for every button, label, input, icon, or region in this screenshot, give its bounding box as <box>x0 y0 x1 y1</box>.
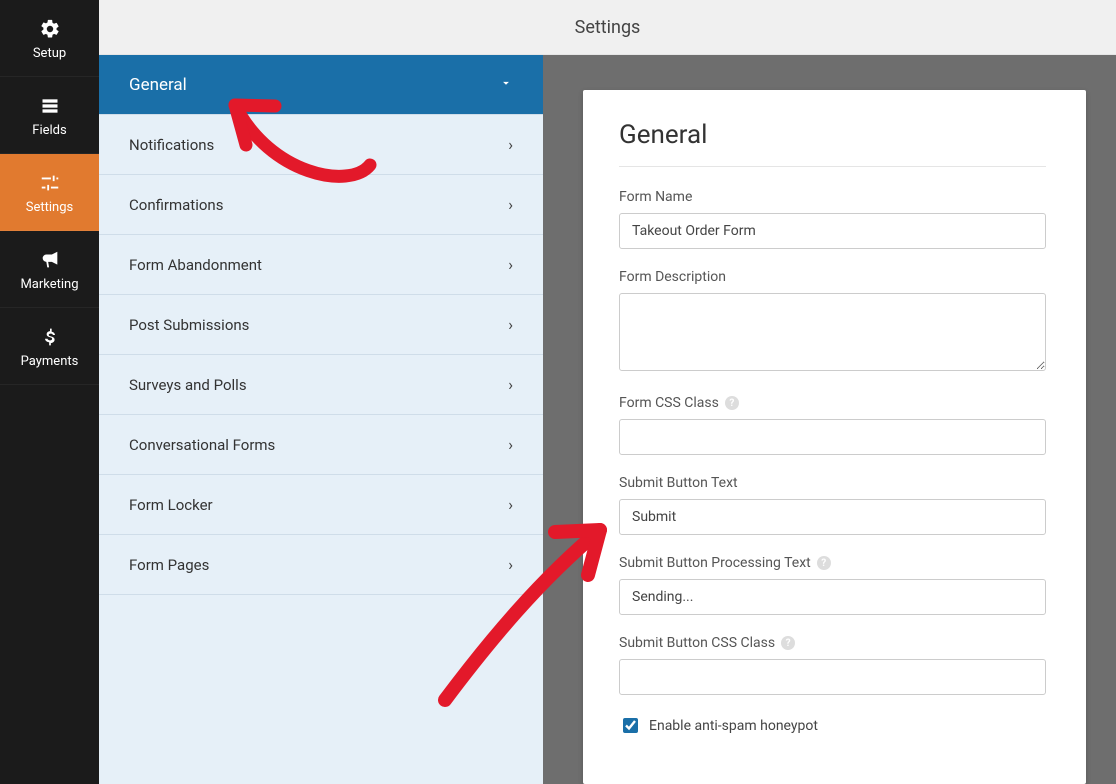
chevron-right-icon: › <box>508 435 513 454</box>
chevron-right-icon: › <box>508 195 513 214</box>
page-header: Settings <box>99 0 1116 55</box>
settings-item-label: Conversational Forms <box>129 436 275 454</box>
chevron-right-icon: › <box>508 375 513 394</box>
gear-icon <box>37 16 63 42</box>
field-form-description: Form Description <box>619 269 1046 375</box>
chevron-right-icon: › <box>508 555 513 574</box>
form-css-class-input[interactable] <box>619 419 1046 455</box>
nav-item-marketing[interactable]: Marketing <box>0 231 99 308</box>
chevron-right-icon: › <box>508 315 513 334</box>
field-label: Form Name <box>619 189 1046 205</box>
field-label: Submit Button Text <box>619 475 1046 491</box>
list-icon <box>37 93 63 119</box>
settings-item-form-locker[interactable]: Form Locker › <box>99 475 543 535</box>
settings-item-post-submissions[interactable]: Post Submissions › <box>99 295 543 355</box>
bullhorn-icon <box>37 247 63 273</box>
settings-item-label: Form Pages <box>129 556 209 574</box>
help-icon[interactable]: ? <box>817 556 831 570</box>
honeypot-checkbox-row: Enable anti-spam honeypot <box>619 715 1046 736</box>
field-label: Form Description <box>619 269 1046 285</box>
nav-item-label: Payments <box>21 354 79 369</box>
nav-item-settings[interactable]: Settings <box>0 154 99 231</box>
nav-item-payments[interactable]: Payments <box>0 308 99 385</box>
chevron-right-icon: › <box>508 495 513 514</box>
page-title: Settings <box>575 17 641 38</box>
settings-item-confirmations[interactable]: Confirmations › <box>99 175 543 235</box>
field-form-css-class: Form CSS Class ? <box>619 395 1046 455</box>
settings-item-form-pages[interactable]: Form Pages › <box>99 535 543 595</box>
chevron-right-icon: › <box>508 135 513 154</box>
help-icon[interactable]: ? <box>725 396 739 410</box>
nav-item-label: Marketing <box>20 277 78 292</box>
chevron-right-icon: › <box>508 255 513 274</box>
settings-item-general[interactable]: General <box>99 55 543 115</box>
field-label: Submit Button Processing Text ? <box>619 555 1046 571</box>
nav-item-label: Settings <box>26 200 73 215</box>
nav-item-fields[interactable]: Fields <box>0 77 99 154</box>
main-area: General Form Name Form Description Form … <box>543 55 1116 784</box>
settings-item-label: Surveys and Polls <box>129 376 247 394</box>
settings-panel: General Form Name Form Description Form … <box>583 90 1086 784</box>
form-description-input[interactable] <box>619 293 1046 371</box>
settings-sidebar: General Notifications › Confirmations › … <box>99 55 543 784</box>
settings-item-label: Confirmations <box>129 196 223 214</box>
primary-nav: Setup Fields Settings Marketing Payments <box>0 0 99 784</box>
sliders-icon <box>37 170 63 196</box>
honeypot-checkbox[interactable] <box>623 718 638 733</box>
settings-item-label: Form Locker <box>129 496 213 514</box>
field-label: Submit Button CSS Class ? <box>619 635 1046 651</box>
dollar-icon <box>37 324 63 350</box>
settings-item-label: Post Submissions <box>129 316 249 334</box>
settings-item-label: General <box>129 75 187 95</box>
form-name-input[interactable] <box>619 213 1046 249</box>
settings-item-notifications[interactable]: Notifications › <box>99 115 543 175</box>
field-submit-css-class: Submit Button CSS Class ? <box>619 635 1046 695</box>
honeypot-label: Enable anti-spam honeypot <box>649 718 818 734</box>
settings-item-label: Form Abandonment <box>129 256 262 274</box>
nav-item-label: Setup <box>33 46 66 61</box>
settings-item-surveys-polls[interactable]: Surveys and Polls › <box>99 355 543 415</box>
settings-item-form-abandonment[interactable]: Form Abandonment › <box>99 235 543 295</box>
help-icon[interactable]: ? <box>781 636 795 650</box>
submit-processing-input[interactable] <box>619 579 1046 615</box>
settings-item-label: Notifications <box>129 136 214 154</box>
field-submit-text: Submit Button Text <box>619 475 1046 535</box>
field-form-name: Form Name <box>619 189 1046 249</box>
nav-item-setup[interactable]: Setup <box>0 0 99 77</box>
settings-item-conversational-forms[interactable]: Conversational Forms › <box>99 415 543 475</box>
field-label: Form CSS Class ? <box>619 395 1046 411</box>
field-submit-processing: Submit Button Processing Text ? <box>619 555 1046 615</box>
submit-css-class-input[interactable] <box>619 659 1046 695</box>
chevron-down-icon <box>499 75 513 94</box>
nav-item-label: Fields <box>32 123 66 138</box>
panel-title: General <box>619 120 1046 167</box>
submit-text-input[interactable] <box>619 499 1046 535</box>
